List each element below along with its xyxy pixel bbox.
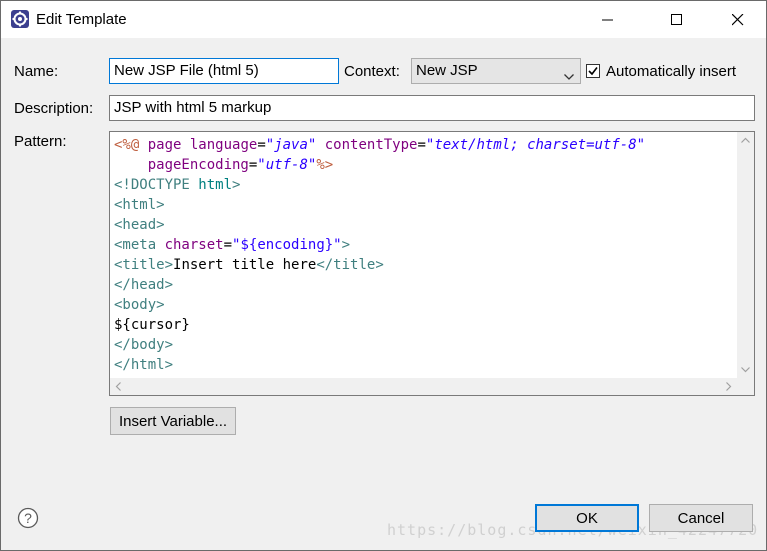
code-token: <meta (114, 237, 165, 253)
help-icon[interactable]: ? (17, 507, 39, 529)
minimize-button[interactable] (585, 1, 631, 38)
code-token: contentType (316, 137, 418, 153)
window-title: Edit Template (36, 11, 127, 28)
eclipse-gear-icon (11, 10, 29, 28)
name-input[interactable]: New JSP File (html 5) (109, 58, 339, 84)
code-token: Insert title here (173, 257, 317, 273)
code-line[interactable]: <!DOCTYPE html> (114, 175, 645, 195)
code-token: "java" (265, 137, 317, 153)
ok-button[interactable]: OK (535, 504, 639, 532)
code-token: html (198, 177, 233, 193)
maximize-icon (671, 13, 682, 25)
code-token: <%@ (114, 137, 148, 153)
code-token: </title> (316, 257, 384, 273)
code-line[interactable]: </body> (114, 335, 645, 355)
code-token: <title> (114, 257, 174, 273)
code-token: <!DOCTYPE (114, 177, 199, 193)
scroll-down-icon[interactable] (737, 361, 754, 378)
pattern-code[interactable]: <%@ page language="java" contentType="te… (114, 135, 645, 375)
title-bar: Edit Template (1, 1, 766, 38)
scroll-right-icon[interactable] (720, 378, 737, 395)
description-input[interactable]: JSP with html 5 markup (109, 95, 755, 121)
context-dropdown[interactable]: New JSP (411, 58, 581, 84)
code-token: </body> (114, 337, 174, 353)
code-token: "utf-8" (257, 157, 317, 173)
pattern-label: Pattern: (14, 133, 67, 150)
pattern-editor[interactable]: <%@ page language="java" contentType="te… (109, 131, 755, 396)
auto-insert-checkbox[interactable] (586, 64, 600, 78)
code-line[interactable]: <%@ page language="java" contentType="te… (114, 135, 645, 155)
scroll-up-icon[interactable] (737, 132, 754, 149)
code-token: charset (164, 237, 224, 253)
checkmark-icon (588, 67, 598, 76)
vertical-scrollbar[interactable] (737, 132, 754, 378)
edit-template-dialog: Edit Template Name: New JSP File (html 5… (0, 0, 767, 551)
close-button[interactable] (715, 1, 761, 38)
code-token: %> (316, 157, 334, 173)
code-line[interactable]: </head> (114, 275, 645, 295)
context-value: New JSP (416, 62, 478, 79)
code-line[interactable]: <title>Insert title here</title> (114, 255, 645, 275)
code-token: = (223, 237, 233, 253)
code-token: > (341, 237, 351, 253)
auto-insert-label[interactable]: Automatically insert (606, 63, 736, 80)
code-token: page (147, 137, 190, 153)
minimize-icon (602, 19, 613, 20)
code-token: = (417, 137, 426, 153)
context-label: Context: (344, 63, 400, 80)
code-line[interactable]: <html> (114, 195, 645, 215)
code-token: language (189, 137, 258, 153)
close-icon (732, 13, 744, 25)
code-token: > (232, 177, 241, 193)
code-token: <html> (114, 197, 165, 213)
code-line[interactable]: pageEncoding="utf-8"%> (114, 155, 645, 175)
code-line[interactable]: <head> (114, 215, 645, 235)
code-token: <head> (114, 217, 165, 233)
cancel-button[interactable]: Cancel (649, 504, 753, 532)
code-line[interactable]: <body> (114, 295, 645, 315)
insert-variable-button[interactable]: Insert Variable... (110, 407, 236, 435)
code-token: ${cursor} (114, 317, 190, 333)
code-token: "text/html; charset=utf-8" (425, 137, 646, 153)
description-label: Description: (14, 100, 94, 117)
name-label: Name: (14, 63, 59, 80)
code-token: "${encoding}" (232, 237, 342, 253)
scrollbar-corner (737, 378, 754, 395)
code-line[interactable]: </html> (114, 355, 645, 375)
code-line[interactable]: ${cursor} (114, 315, 645, 335)
code-token: pageEncoding (114, 157, 249, 173)
maximize-button[interactable] (654, 1, 700, 38)
chevron-down-icon (564, 67, 574, 87)
code-token: <body> (114, 297, 165, 313)
help-glyph: ? (24, 510, 32, 526)
scroll-left-icon[interactable] (110, 378, 127, 395)
code-token: </html> (114, 357, 174, 373)
code-line[interactable]: <meta charset="${encoding}"> (114, 235, 645, 255)
code-token: </head> (114, 277, 174, 293)
code-token: = (257, 137, 266, 153)
horizontal-scrollbar[interactable] (110, 378, 737, 395)
